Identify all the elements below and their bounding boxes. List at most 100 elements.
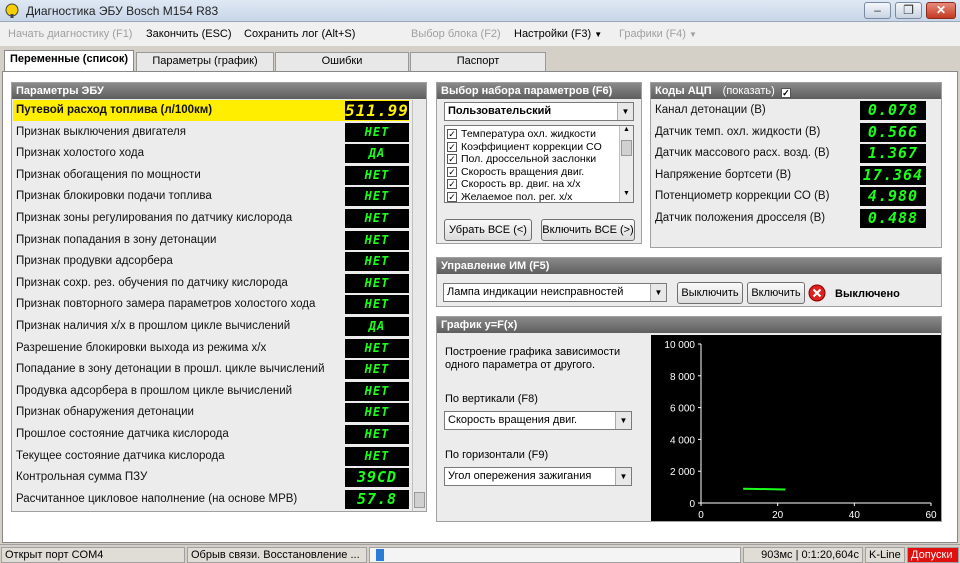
parameter-list-scrollbar[interactable]: ▲ ▼: [619, 126, 633, 202]
progress-bar: [369, 547, 741, 563]
ecu-param-row[interactable]: Признак выключения двигателя НЕТ: [13, 122, 409, 143]
parameter-checkbox[interactable]: ✓: [447, 141, 457, 152]
ecu-param-label: Признак продувки адсорбера: [16, 255, 173, 268]
minimize-button[interactable]: –: [864, 2, 891, 19]
menu-start-diagnostics[interactable]: Начать диагностику (F1): [8, 28, 132, 40]
parameter-set-select[interactable]: Пользовательский ▼: [444, 102, 634, 121]
ecu-param-row[interactable]: Признак зоны регулирования по датчику ки…: [13, 208, 409, 229]
parameter-checkbox[interactable]: ✓: [447, 179, 457, 189]
horizontal-axis-select[interactable]: Угол опережения зажигания ▼: [444, 467, 632, 486]
adc-label: Напряжение бортсети (В): [655, 168, 792, 181]
adc-value: 1.367: [860, 144, 926, 164]
menu-settings[interactable]: Настройки (F3) ▼: [514, 28, 602, 40]
ecu-param-value: НЕТ: [345, 273, 409, 293]
adc-panel-title: Коды АЦП: [655, 85, 712, 97]
ecu-param-label: Признак блокировки подачи топлива: [16, 190, 212, 203]
ecu-param-label: Контрольная сумма ПЗУ: [16, 471, 148, 484]
parameter-checkbox[interactable]: ✓: [447, 129, 457, 139]
adc-label: Потенциометр коррекции СО (В): [655, 190, 830, 203]
ecu-scrollbar[interactable]: [412, 100, 426, 511]
ecu-param-row[interactable]: Прошлое состояние датчика кислорода НЕТ: [13, 424, 409, 445]
error-status-icon: [808, 284, 826, 302]
scroll-thumb[interactable]: [621, 140, 632, 156]
ecu-param-row[interactable]: Признак наличия х/х в прошлом цикле вычи…: [13, 316, 409, 337]
turn-on-button[interactable]: Включить: [747, 282, 805, 304]
tab-strip: Переменные (список) Параметры (график) О…: [0, 50, 960, 72]
ecu-param-row[interactable]: Признак холостого хода ДА: [13, 143, 409, 164]
ecu-param-row[interactable]: Расчитанное цикловое наполнение (на осно…: [13, 489, 409, 510]
ecu-param-row[interactable]: Разрешение блокировки выхода из режима х…: [13, 338, 409, 359]
status-connection: Обрыв связи. Восстановление ...: [187, 547, 367, 563]
menu-finish[interactable]: Закончить (ESC): [146, 28, 232, 40]
actuator-select[interactable]: Лампа индикации неисправностей ▼: [443, 283, 667, 302]
ecu-param-value: НЕТ: [345, 425, 409, 444]
maximize-button[interactable]: ❐: [895, 2, 922, 19]
adc-row: Напряжение бортсети (В) 17.364: [652, 165, 930, 186]
ecu-param-label: Продувка адсорбера в прошлом цикле вычис…: [16, 384, 293, 397]
parameter-label: Пол. дроссельной заслонки: [461, 153, 597, 165]
ecu-param-value: НЕТ: [345, 338, 409, 358]
ecu-param-row[interactable]: Продувка адсорбера в прошлом цикле вычис…: [13, 381, 409, 402]
ecu-param-row[interactable]: Признак продувки адсорбера НЕТ: [13, 251, 409, 272]
ecu-param-value: НЕТ: [345, 209, 409, 228]
chart-y-tick-label: 8 000: [670, 372, 695, 383]
scroll-thumb[interactable]: [414, 492, 425, 508]
ecu-param-row[interactable]: Признак попадания в зону детонации НЕТ: [13, 230, 409, 251]
parameter-list[interactable]: ✓ Температура охл. жидкости ✓ Коэффициент к…: [444, 125, 634, 203]
status-timing: 903мс | 0:1:20,604с: [743, 547, 863, 563]
adc-row: Канал детонации (В) 0.078: [652, 100, 930, 121]
adc-codes-panel: Коды АЦП (показать) ✓ Канал детонации (В…: [650, 82, 942, 248]
ecu-param-value: 57.8: [345, 489, 409, 509]
menu-graphs-label: Графики (F4): [619, 28, 686, 40]
admission-badge[interactable]: Допуски: [907, 547, 959, 563]
adc-show-checkbox[interactable]: ✓: [780, 88, 791, 98]
ecu-param-row[interactable]: Попадание в зону детонации в прошл. цикл…: [13, 359, 409, 380]
ecu-param-value: НЕТ: [345, 230, 409, 250]
ecu-param-row[interactable]: Текущее состояние датчика кислорода НЕТ: [13, 446, 409, 467]
menu-save-log[interactable]: Сохранить лог (Alt+S): [244, 28, 355, 40]
chevron-down-icon[interactable]: ▼: [615, 468, 631, 485]
scroll-down-icon[interactable]: ▼: [621, 190, 632, 202]
parameter-label: Коэффициент коррекции CO: [461, 140, 602, 153]
add-all-button[interactable]: Включить ВСЕ (>): [541, 219, 635, 241]
tab-variables-list[interactable]: Переменные (список): [4, 50, 134, 72]
ecu-param-row[interactable]: Признак обнаружения детонации НЕТ: [13, 402, 409, 423]
menu-select-block[interactable]: Выбор блока (F2): [411, 28, 501, 40]
chevron-down-icon[interactable]: ▼: [650, 284, 666, 301]
turn-off-button[interactable]: Выключить: [677, 282, 743, 304]
vertical-axis-select[interactable]: Скорость вращения двиг. ▼: [444, 411, 632, 430]
chevron-down-icon[interactable]: ▼: [615, 412, 631, 429]
tab-parameters-graph[interactable]: Параметры (график): [136, 52, 274, 71]
chart-x-tick-label: 60: [925, 510, 937, 521]
parameter-checkbox[interactable]: ✓: [447, 191, 457, 202]
parameter-checkbox[interactable]: ✓: [447, 154, 457, 164]
chevron-down-icon[interactable]: ▼: [617, 103, 633, 120]
ecu-param-row[interactable]: Контрольная сумма ПЗУ 39CD: [13, 467, 409, 488]
scroll-up-icon[interactable]: ▲: [621, 126, 632, 138]
ecu-param-row[interactable]: Признак блокировки подачи топлива НЕТ: [13, 186, 409, 207]
status-protocol: K-Line: [865, 547, 905, 563]
parameter-set-title: Выбор набора параметров (F6): [437, 83, 641, 99]
actuator-panel-title: Управление ИМ (F5): [437, 258, 941, 274]
parameter-label: Скорость вращения двиг.: [461, 165, 585, 178]
chart-x-tick-label: 40: [849, 510, 861, 521]
menu-graphs[interactable]: Графики (F4) ▼: [619, 28, 697, 40]
close-button[interactable]: ✕: [926, 2, 956, 19]
tab-passport[interactable]: Паспорт: [410, 52, 546, 71]
adc-row: Потенциометр коррекции СО (В) 4.980: [652, 186, 930, 207]
ecu-param-row[interactable]: Путевой расход топлива (л/100км) 511.99: [13, 100, 409, 121]
ecu-param-label: Признак наличия х/х в прошлом цикле вычи…: [16, 320, 291, 332]
menu-bar: Начать диагностику (F1) Закончить (ESC) …: [0, 22, 960, 46]
ecu-param-row[interactable]: Признак сохр. рез. обучения по датчику к…: [13, 273, 409, 294]
actuator-state: Выключено: [835, 288, 900, 300]
adc-label: Датчик темп. охл. жидкости (В): [655, 125, 821, 138]
parameter-checkbox[interactable]: ✓: [447, 166, 457, 177]
adc-label: Датчик массового расх. возд. (В): [655, 147, 830, 160]
ecu-param-value: НЕТ: [345, 165, 409, 185]
tab-errors[interactable]: Ошибки: [275, 52, 409, 71]
ecu-param-row[interactable]: Признак обогащения по мощности НЕТ: [13, 165, 409, 186]
horizontal-axis-label: По горизонтали (F9): [445, 449, 549, 461]
ecu-param-row[interactable]: Признак повторного замера параметров хол…: [13, 294, 409, 315]
remove-all-button[interactable]: Убрать ВСЕ (<): [444, 219, 532, 241]
progress-fill: [376, 549, 384, 561]
